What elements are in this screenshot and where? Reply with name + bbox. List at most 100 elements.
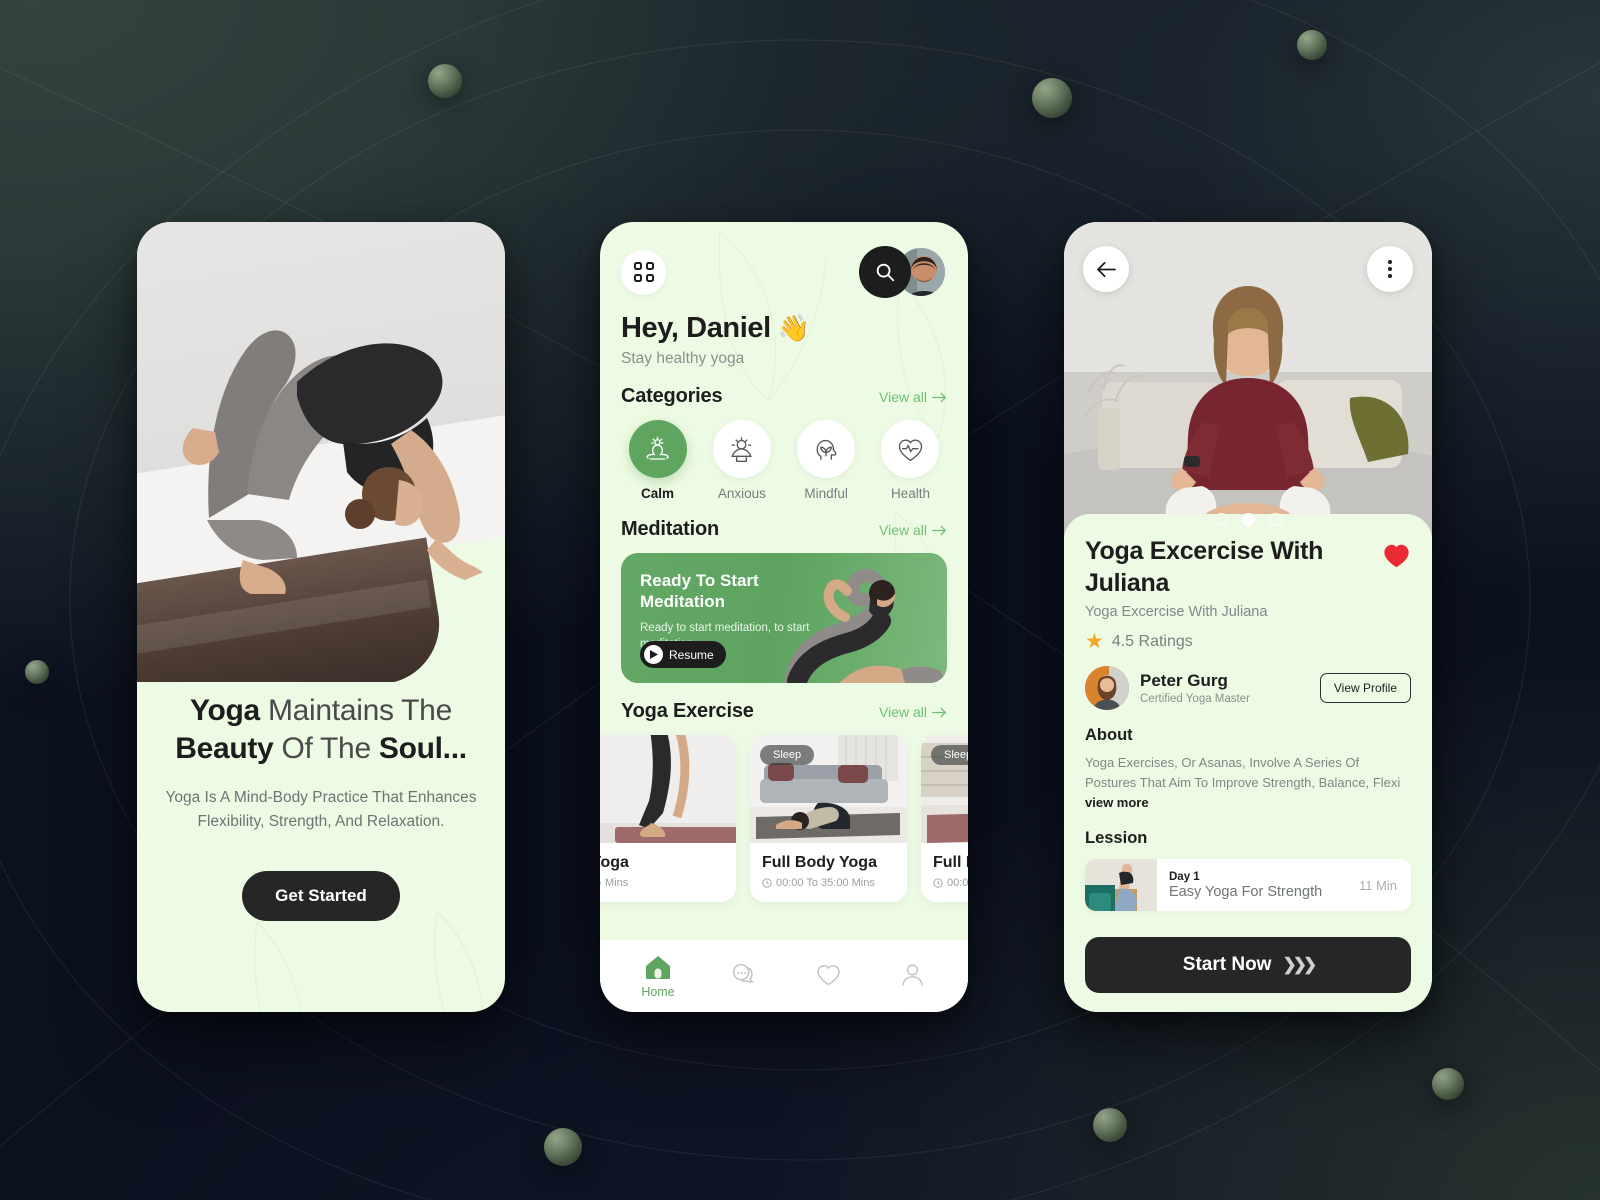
meditation-card[interactable]: Ready To Start Meditation Ready to start… <box>621 553 947 683</box>
exercise-card-list: Yoga Mins <box>600 735 968 902</box>
exercise-card[interactable]: Yoga Mins <box>600 735 736 902</box>
coach-name: Peter Gurg <box>1140 671 1228 690</box>
exercise-card-name: Full Body Yoga <box>762 854 877 871</box>
view-all-categories-button[interactable]: View all <box>879 389 947 405</box>
exercise-title: Yoga Exercise <box>621 700 754 722</box>
heart-filled-icon[interactable] <box>1382 542 1411 569</box>
category-label: Mindful <box>804 486 848 501</box>
exercise-card-time: 00:00 To 35:00 Mins <box>762 877 895 889</box>
carousel-dot[interactable] <box>1268 513 1282 526</box>
about-text: Yoga Exercises, Or Asanas, Involve A Ser… <box>1085 753 1411 813</box>
home-topbar <box>621 246 947 298</box>
coach-role: Certified Yoga Master <box>1140 693 1250 705</box>
carousel-dot-active[interactable] <box>1241 513 1255 526</box>
lesson-duration: 11 Min <box>1358 877 1397 893</box>
tagline: Stay healthy yoga <box>621 350 745 367</box>
clock-icon <box>762 878 772 888</box>
resume-button[interactable]: Resume <box>640 641 726 668</box>
detail-sheet: Yoga Excercise With Juliana Yoga Excerci… <box>1064 514 1432 1012</box>
exercise-card[interactable]: Sleep Full Body 00:00 To 35:0 <box>921 735 968 902</box>
title-word-yoga: Yoga <box>190 694 260 727</box>
clock-icon <box>933 878 943 888</box>
categories-title: Categories <box>621 385 723 407</box>
grid-icon[interactable] <box>621 249 666 295</box>
rating-text: 4.5 Ratings <box>1111 632 1193 650</box>
exercise-card-body: Full Body Yoga 00:00 To 35:00 Mins <box>750 843 907 902</box>
onboarding-screen: Yoga Maintains The Beauty Of The Soul...… <box>137 222 505 1012</box>
home-content: Hey, Daniel 👋 Stay healthy yoga Categori… <box>600 222 968 940</box>
exercise-time-label: 00:00 To 35:0 <box>947 877 968 889</box>
home-screen: Hey, Daniel 👋 Stay healthy yoga Categori… <box>600 222 968 1012</box>
kebab-menu-icon <box>1387 257 1393 281</box>
category-label: Health <box>890 486 930 501</box>
coach-row: Peter Gurg Certified Yoga Master View Pr… <box>1085 666 1411 710</box>
exercise-card-photo: Sleep <box>750 735 907 843</box>
arrow-right-icon <box>932 392 947 402</box>
stressed-person-icon <box>712 420 771 478</box>
exercise-card-body: Yoga Mins <box>600 843 736 902</box>
tab-profile[interactable] <box>898 960 927 993</box>
tab-chat[interactable] <box>729 959 759 993</box>
category-anxious[interactable]: Anxious <box>705 420 778 501</box>
coach-info: Peter Gurg Certified Yoga Master <box>1140 671 1250 705</box>
arrow-left-icon <box>1096 261 1116 277</box>
meditating-person-icon <box>628 420 687 478</box>
back-button[interactable] <box>1083 246 1129 292</box>
exercise-card-time: Mins <box>600 877 724 889</box>
page-title: Yoga Maintains The Beauty Of The Soul... <box>159 692 483 768</box>
bottom-navigation: Home <box>600 940 968 1012</box>
category-health[interactable]: Health <box>874 420 947 501</box>
view-all-meditation-button[interactable]: View all <box>879 522 947 538</box>
carousel-indicator[interactable] <box>1064 513 1432 526</box>
title-word-beauty: Beauty <box>175 731 274 765</box>
exercise-time-label: 00:00 To 35:00 Mins <box>776 877 875 889</box>
get-started-button[interactable]: Get Started <box>242 870 400 921</box>
view-more-link[interactable]: view more <box>1085 795 1149 810</box>
greeting-text: Hey, Daniel <box>621 312 771 344</box>
tab-home-label: Home <box>641 985 675 999</box>
view-profile-button[interactable]: View Profile <box>1319 673 1411 703</box>
waving-hand-icon: 👋 <box>777 313 810 343</box>
heart-icon <box>817 964 840 985</box>
start-now-button[interactable]: Start Now ❯❯❯ <box>1085 937 1411 993</box>
category-mindful[interactable]: Mindful <box>790 420 863 501</box>
categories-list: Calm Anxious Mindful Health <box>621 420 947 501</box>
exercise-card-body: Full Body 00:00 To 35:0 <box>921 843 968 902</box>
play-icon <box>644 645 663 664</box>
detail-subtitle: Yoga Excercise With Juliana <box>1085 604 1268 620</box>
meditation-header: Meditation View all <box>621 518 947 541</box>
tab-home[interactable]: Home <box>641 953 675 999</box>
profile-icon <box>901 963 923 985</box>
search-icon[interactable] <box>859 246 911 298</box>
exercise-card-badge: Sleep <box>760 745 815 765</box>
rating-row: ★ 4.5 Ratings <box>1085 631 1411 652</box>
chat-icon <box>733 963 755 983</box>
star-icon: ★ <box>1085 630 1104 653</box>
meditation-card-heading: Ready To Start Meditation <box>640 571 759 612</box>
view-all-label: View all <box>879 704 927 720</box>
category-calm[interactable]: Calm <box>621 420 694 501</box>
resume-label: Resume <box>669 647 714 662</box>
exercise-card[interactable]: Sleep Full Body Yoga 00:00 To 35:00 Mins <box>750 735 907 902</box>
view-all-label: View all <box>879 389 927 405</box>
view-all-label: View all <box>879 522 927 538</box>
exercise-card-name: Full Body <box>933 854 968 871</box>
lesson-name: Easy Yoga For Strength <box>1169 883 1323 900</box>
title-mid-1: Maintains The <box>259 694 452 727</box>
onboarding-copy: Yoga Maintains The Beauty Of The Soul...… <box>137 692 505 921</box>
more-options-button[interactable] <box>1367 246 1413 292</box>
carousel-dot[interactable] <box>1214 513 1228 526</box>
tab-favorites[interactable] <box>814 960 843 993</box>
onboarding-subtitle: Yoga Is A Mind-Body Practice That Enhanc… <box>165 788 477 831</box>
yoga-pose-illustration <box>182 330 483 594</box>
arrow-right-icon <box>932 707 947 717</box>
exercise-card-photo: Sleep <box>921 735 968 843</box>
category-label: Calm <box>640 486 674 501</box>
view-all-exercise-button[interactable]: View all <box>879 704 947 720</box>
home-icon <box>646 956 670 979</box>
categories-header: Categories View all <box>621 385 947 408</box>
lesson-row[interactable]: Day 1 Easy Yoga For Strength 11 Min <box>1085 859 1411 912</box>
lesson-day: Day 1 <box>1169 870 1200 883</box>
lesson-info: Day 1 Easy Yoga For Strength <box>1169 871 1322 900</box>
lesson-thumbnail <box>1085 859 1157 912</box>
